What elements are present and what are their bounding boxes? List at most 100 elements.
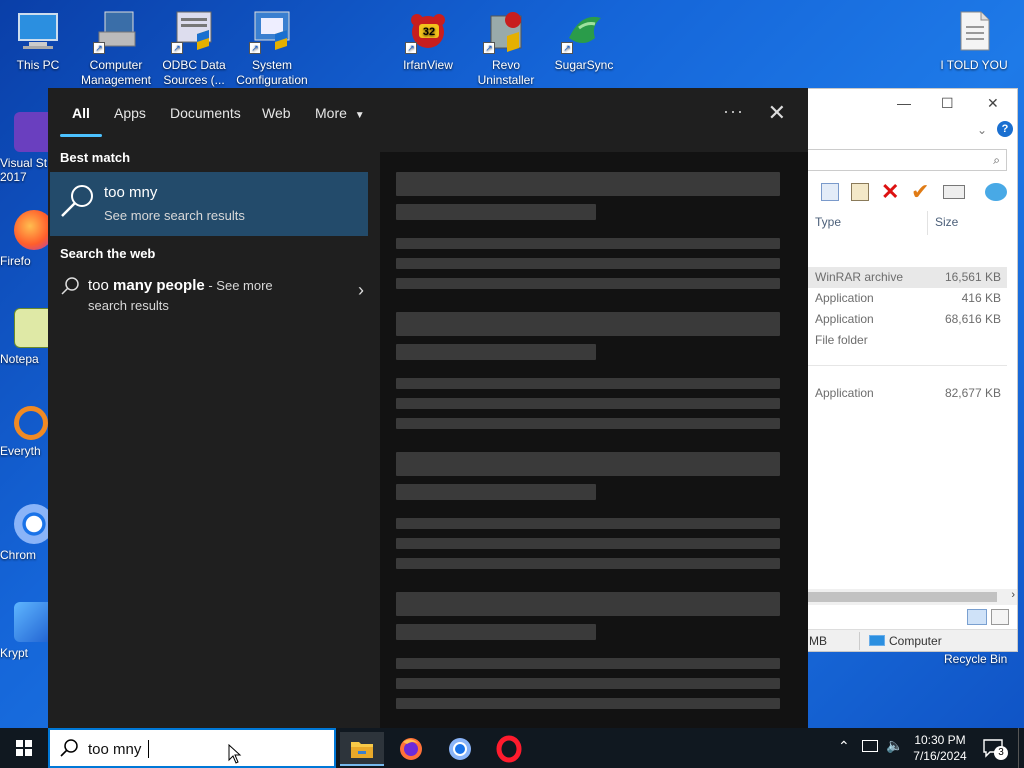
taskbar-search-input[interactable]: too mny — [48, 728, 336, 768]
skeleton-block — [396, 452, 780, 476]
scrollbar-thumb[interactable] — [807, 592, 997, 602]
chevron-down-icon[interactable]: ⌄ — [977, 123, 987, 137]
preview-pane-loading — [380, 152, 808, 728]
volume-muted-icon[interactable]: 🔈 — [886, 737, 903, 754]
delete-icon[interactable]: ✕ — [881, 179, 899, 205]
notification-count-badge: 3 — [994, 746, 1008, 760]
large-icons-view-icon[interactable] — [991, 609, 1009, 625]
desktop-icon-label: Visual St 2017 — [0, 156, 48, 184]
chevron-right-icon[interactable]: › — [1011, 589, 1015, 601]
desktop-icon-system-configuration[interactable]: ↗ System Configuration — [234, 2, 310, 88]
desktop-icon-i-told-you[interactable]: I TOLD YOU — [936, 2, 1012, 73]
close-icon[interactable]: ✕ — [987, 95, 999, 112]
revo-uninstaller-icon: ↗ — [483, 8, 529, 54]
desktop-icon-krypt[interactable]: Krypt — [0, 602, 48, 660]
table-row[interactable]: File folder — [807, 330, 1007, 351]
network-icon[interactable] — [862, 740, 878, 752]
file-explorer-window[interactable]: — ☐ ✕ ⌄ ? ⌕ ✕ ✔ Type Size WinRAR archive… — [806, 88, 1018, 652]
windows-logo-icon — [16, 740, 32, 756]
desktop-icon-computer-management[interactable]: ↗ Computer Management — [78, 2, 154, 88]
shortcut-arrow-icon: ↗ — [93, 42, 105, 54]
recycle-bin-label[interactable]: Recycle Bin — [944, 652, 1007, 666]
chrome-icon — [449, 738, 471, 760]
desktop-icon-notepad[interactable]: Notepa — [0, 308, 48, 366]
minimize-icon[interactable]: — — [897, 95, 911, 111]
copy-icon[interactable] — [821, 183, 839, 201]
start-button[interactable] — [0, 728, 48, 768]
desktop-icon-visual-studio[interactable]: Visual St 2017 — [0, 112, 48, 184]
chevron-right-icon[interactable]: › — [358, 280, 364, 301]
desktop-icon-odbc[interactable]: ↗ ODBC Data Sources (... — [156, 2, 232, 88]
tab-web[interactable]: Web — [262, 105, 291, 121]
clock-time: 10:30 PM — [914, 733, 966, 747]
row-type: Application — [815, 291, 874, 305]
show-desktop-button[interactable] — [1018, 728, 1024, 768]
table-row[interactable]: Application 416 KB — [807, 288, 1007, 309]
chevron-up-icon[interactable]: ⌃ — [838, 738, 850, 755]
close-icon[interactable]: ✕ — [768, 100, 786, 126]
skeleton-block — [396, 624, 596, 640]
search-query: too mny — [88, 741, 142, 758]
column-type[interactable]: Type — [815, 215, 841, 229]
skeleton-block — [396, 204, 596, 220]
table-row[interactable]: WinRAR archive 16,561 KB — [807, 267, 1007, 288]
desktop-icon-firefox[interactable]: Firefo — [0, 210, 48, 268]
desktop-icon-chrome[interactable]: Chrom — [0, 504, 48, 562]
desktop-icon-irfanview[interactable]: 32 ↗ IrfanView — [390, 2, 466, 73]
taskbar-opera[interactable] — [487, 732, 531, 766]
desktop-icon-everything[interactable]: Everyth — [0, 406, 48, 458]
tab-all[interactable]: All — [72, 105, 90, 121]
best-match-item[interactable]: too mny See more search results — [50, 172, 368, 236]
desktop-icon-label: Firefo — [0, 254, 31, 268]
desktop-icon-revo-uninstaller[interactable]: ↗ Revo Uninstaller — [468, 2, 544, 88]
skeleton-block — [396, 558, 780, 569]
this-pc-icon — [15, 8, 61, 54]
explorer-toolbar: ✕ ✔ — [815, 179, 1015, 205]
tab-more[interactable]: More ▼ — [315, 105, 365, 121]
explorer-column-headers: Type Size — [807, 211, 1019, 237]
column-size[interactable]: Size — [935, 215, 958, 229]
more-options-icon[interactable]: ··· — [723, 101, 744, 122]
skeleton-block — [396, 258, 780, 269]
taskbar-firefox[interactable] — [389, 732, 433, 766]
opera-icon — [496, 735, 522, 763]
skeleton-block — [396, 278, 780, 289]
irfanview-badge: 32 — [423, 26, 435, 38]
search-icon: ⌕ — [993, 153, 1000, 167]
skeleton-block — [396, 238, 780, 249]
horizontal-scrollbar[interactable]: › — [807, 589, 1017, 605]
visual-studio-icon — [14, 112, 48, 152]
details-view-icon[interactable] — [967, 609, 987, 625]
table-row[interactable]: Application 68,616 KB — [807, 309, 1007, 330]
skeleton-block — [396, 312, 780, 336]
taskbar-file-explorer[interactable] — [340, 732, 384, 766]
clock[interactable]: 10:30 PM 7/16/2024 — [908, 732, 972, 764]
help-icon[interactable]: ? — [997, 121, 1013, 137]
rename-icon[interactable] — [943, 185, 965, 199]
shortcut-arrow-icon: ↗ — [171, 42, 183, 54]
status-size: MB — [809, 634, 827, 648]
skeleton-block — [396, 698, 780, 709]
table-row[interactable]: Application 82,677 KB — [807, 383, 1007, 404]
skeleton-block — [396, 172, 780, 196]
chevron-down-icon: ▼ — [354, 110, 365, 121]
checkmark-icon[interactable]: ✔ — [911, 179, 929, 205]
desktop-icon-this-pc[interactable]: This PC — [0, 2, 76, 73]
action-center-button[interactable]: 3 — [980, 736, 1008, 760]
desktop-icon-sugarsync[interactable]: ↗ SugarSync — [546, 2, 622, 73]
search-web-heading: Search the web — [60, 246, 156, 261]
tab-documents[interactable]: Documents — [170, 105, 241, 121]
everything-search-icon — [14, 406, 48, 440]
desktop-icon-label: This PC — [16, 58, 60, 72]
taskbar-chrome[interactable] — [438, 732, 482, 766]
explorer-search-box[interactable]: ⌕ — [807, 149, 1007, 171]
krypt-icon — [14, 602, 48, 642]
web-query-prefix: too — [88, 277, 114, 294]
tab-apps[interactable]: Apps — [114, 105, 146, 121]
paste-icon[interactable] — [851, 183, 869, 201]
best-match-subtitle: See more search results — [104, 208, 245, 223]
properties-icon[interactable] — [985, 183, 1007, 201]
active-tab-indicator — [60, 134, 102, 137]
web-suggestion-item[interactable]: too many people - See more search result… — [58, 272, 364, 316]
maximize-icon[interactable]: ☐ — [941, 95, 954, 112]
